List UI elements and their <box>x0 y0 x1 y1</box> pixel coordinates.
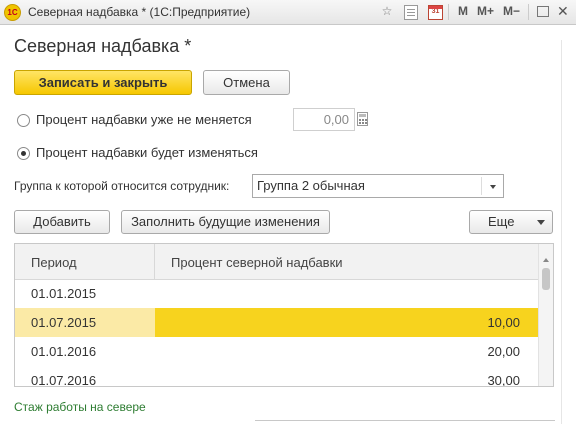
cancel-button[interactable]: Отмена <box>203 70 290 95</box>
cell-period: 01.01.2016 <box>31 344 97 359</box>
app-logo-icon: 1С <box>4 4 21 21</box>
radio-percent-changing-label: Процент надбавки будет изменяться <box>36 145 258 160</box>
scroll-up-icon[interactable] <box>543 258 549 262</box>
radio-percent-fixed[interactable] <box>17 114 30 127</box>
table-row[interactable]: 01.01.2015 <box>15 279 538 308</box>
favorite-star-icon[interactable]: ☆ <box>380 4 394 19</box>
radio-percent-fixed-label: Процент надбавки уже не меняется <box>36 112 252 127</box>
table-row-selected[interactable]: 01.07.2015 10,00 <box>15 308 538 337</box>
fill-future-changes-button[interactable]: Заполнить будущие изменения <box>121 210 330 234</box>
more-button[interactable]: Еще <box>469 210 553 234</box>
radio-percent-changing[interactable] <box>17 147 30 160</box>
cell-percent: 20,00 <box>487 344 520 359</box>
table-header: Период Процент северной надбавки <box>15 244 538 280</box>
save-and-close-button[interactable]: Записать и закрыть <box>14 70 192 95</box>
selected-cell-bg <box>155 308 538 337</box>
north-work-experience-link[interactable]: Стаж работы на севере <box>14 400 146 414</box>
scroll-thumb[interactable] <box>542 268 550 290</box>
table-row[interactable]: 01.01.2016 20,00 <box>15 337 538 366</box>
window-scrollbar[interactable] <box>561 40 562 424</box>
page-title: Северная надбавка * <box>14 36 192 56</box>
add-button[interactable]: Добавить <box>14 210 110 234</box>
cell-percent: 10,00 <box>487 315 520 330</box>
toolbar-separator <box>448 4 449 20</box>
toolbar-separator <box>528 4 529 20</box>
group-label: Группа к которой относится сотрудник: <box>14 179 230 193</box>
column-divider <box>154 244 155 279</box>
column-header-period[interactable]: Период <box>31 255 77 270</box>
window-title: Северная надбавка * (1С:Предприятие) <box>28 5 251 19</box>
column-header-percent[interactable]: Процент северной надбавки <box>171 255 343 270</box>
percent-table: Период Процент северной надбавки 01.01.2… <box>14 243 554 387</box>
chevron-down-icon[interactable] <box>490 185 496 189</box>
restore-window-icon[interactable] <box>537 6 549 17</box>
calendar-icon[interactable]: 31 <box>428 5 443 20</box>
group-select-value: Группа 2 обычная <box>257 178 365 193</box>
cell-percent: 30,00 <box>487 373 520 387</box>
cell-period: 01.01.2015 <box>31 286 97 301</box>
cell-period: 01.07.2016 <box>31 373 97 387</box>
close-icon[interactable]: ✕ <box>557 3 569 20</box>
memory-minus-button[interactable]: M− <box>503 4 520 18</box>
percent-value-field[interactable]: 0,00 <box>293 108 355 131</box>
more-button-label: Еще <box>488 214 515 229</box>
table-scrollbar[interactable] <box>538 244 553 386</box>
memory-button[interactable]: M <box>458 4 468 18</box>
calculator-icon[interactable] <box>357 112 368 126</box>
chevron-down-icon <box>537 220 545 225</box>
memory-plus-button[interactable]: M+ <box>477 4 494 18</box>
select-divider <box>481 177 482 195</box>
document-icon[interactable] <box>404 5 418 20</box>
table-row[interactable]: 01.07.2016 30,00 <box>15 366 538 387</box>
divider <box>255 420 555 421</box>
group-select[interactable]: Группа 2 обычная <box>252 174 504 198</box>
cell-period: 01.07.2015 <box>31 315 97 330</box>
window-titlebar: 1С Северная надбавка * (1С:Предприятие) … <box>0 0 576 25</box>
